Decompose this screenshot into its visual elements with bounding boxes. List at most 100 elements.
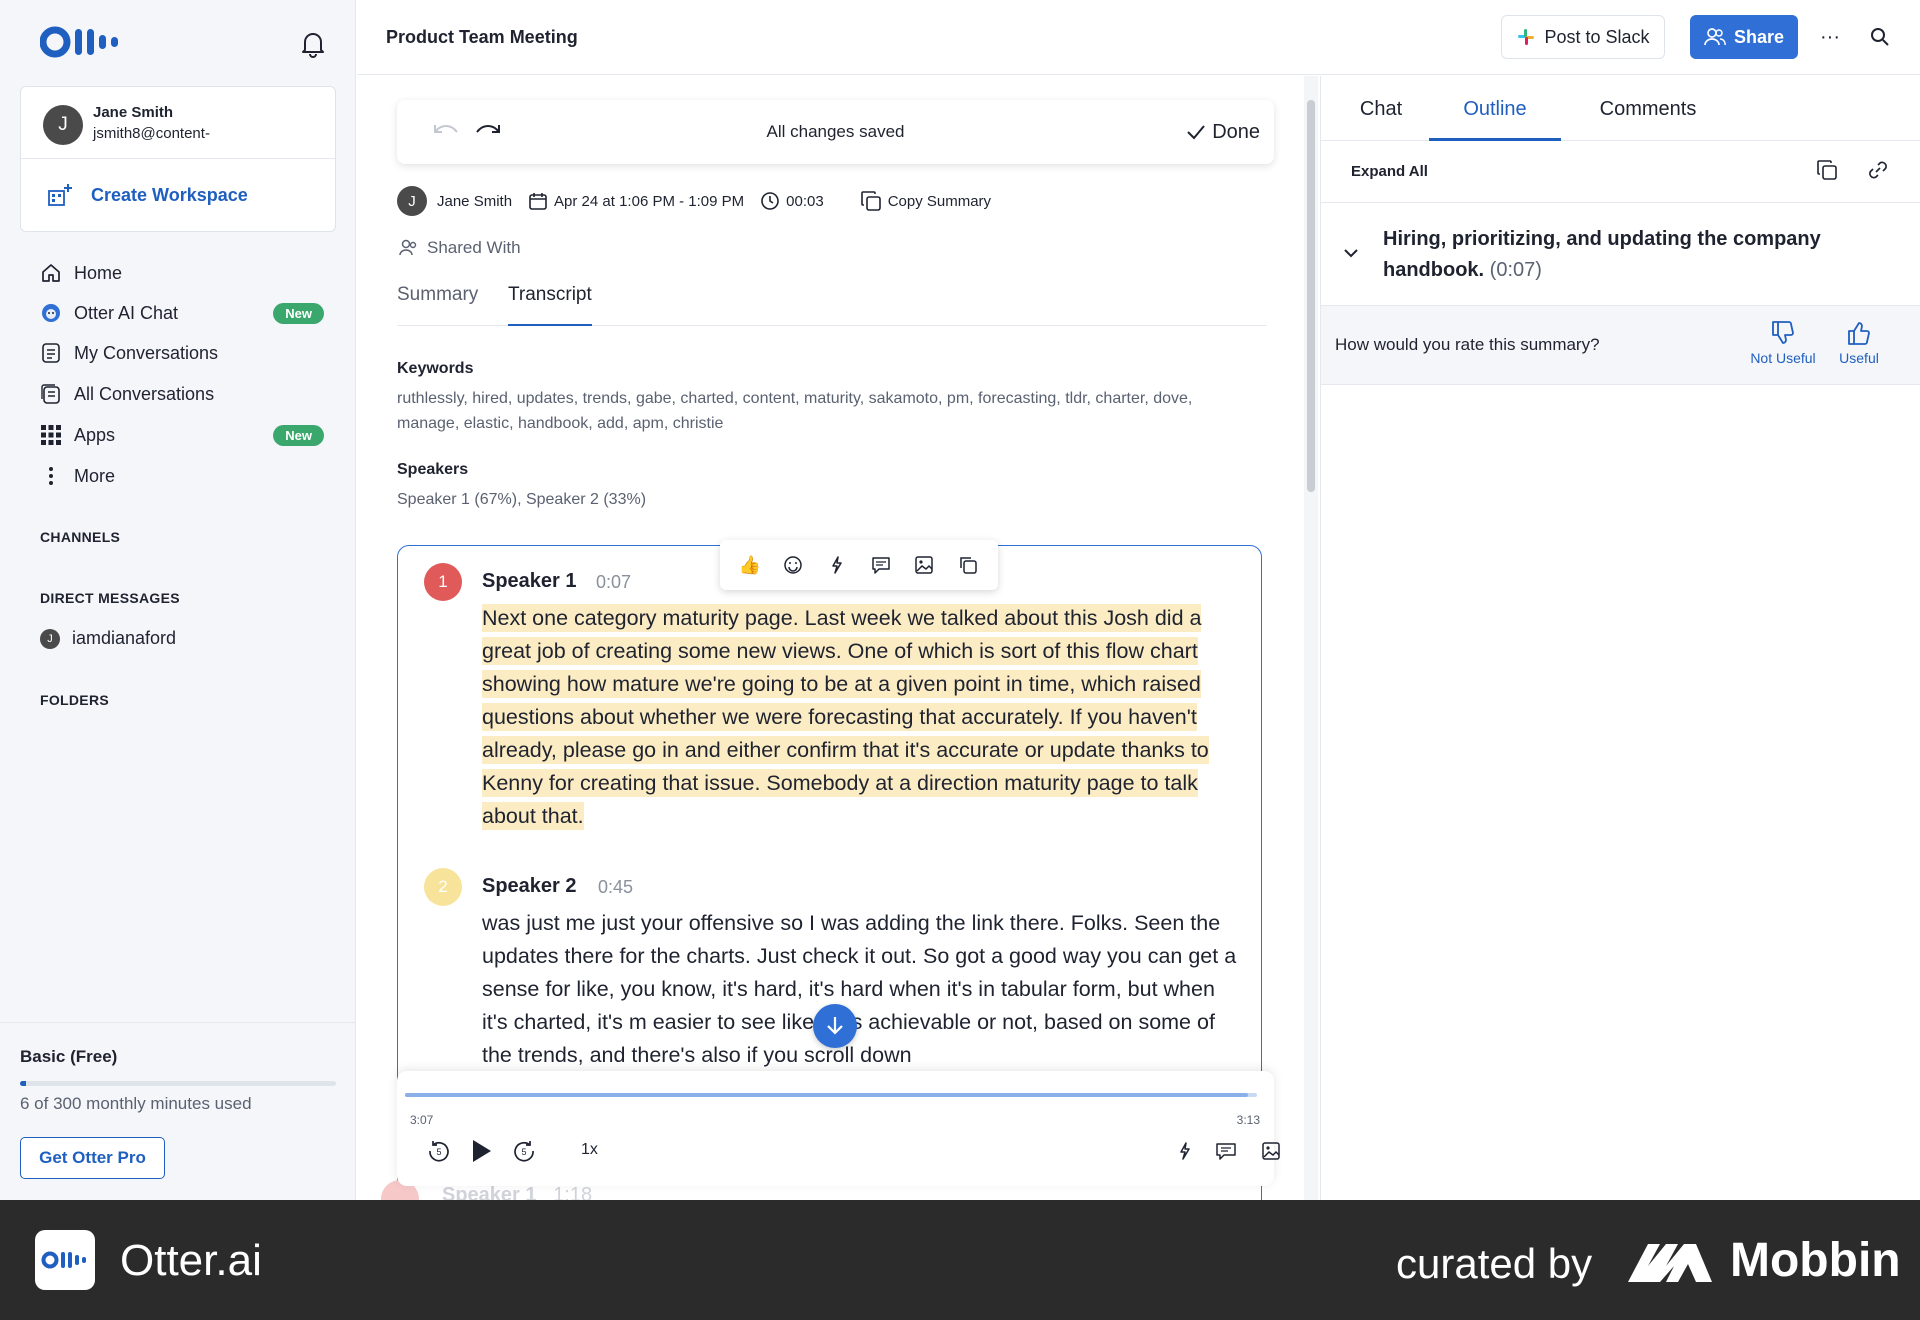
speaker-number-badge: 1	[424, 563, 462, 601]
home-icon	[40, 262, 62, 284]
outline-timestamp[interactable]: (0:07)	[1490, 259, 1542, 281]
copy-summary-label: Copy Summary	[887, 192, 992, 210]
sidebar-item-label: Otter AI Chat	[74, 302, 179, 323]
account-card: J Jane Smith jsmith8@content- Create Wor…	[20, 86, 336, 232]
outline-title: Hiring, prioritizing, and updating the c…	[1383, 224, 1853, 286]
sidebar-item-home[interactable]: Home	[40, 259, 330, 287]
copy-summary-button[interactable]: Copy Summary	[860, 190, 991, 212]
sidebar-item-label: Home	[74, 262, 123, 283]
expand-all-button[interactable]: Expand All	[1351, 163, 1428, 180]
image-icon[interactable]	[1255, 1135, 1287, 1167]
current-time: 3:07	[410, 1113, 434, 1127]
dm-name: iamdianaford	[72, 628, 177, 648]
usage-progress-bar	[20, 1081, 336, 1086]
create-workspace-button[interactable]: Create Workspace	[21, 159, 335, 231]
otter-logo-icon[interactable]	[39, 24, 130, 60]
owner-label: Jane Smith	[437, 192, 513, 210]
avatar: J	[40, 628, 60, 649]
play-icon[interactable]	[465, 1135, 497, 1167]
more-vertical-icon	[40, 465, 62, 487]
playback-speed[interactable]: 1x	[581, 1141, 598, 1159]
highlight-marker-icon[interactable]	[1169, 1135, 1201, 1167]
owner-name: Jane Smith	[437, 193, 512, 210]
people-icon	[399, 239, 417, 256]
tab-chat[interactable]: Chat	[1351, 98, 1411, 141]
meeting-duration: 00:03	[760, 191, 824, 211]
speaker-timestamp[interactable]: 0:07	[596, 572, 631, 593]
emoji-icon[interactable]	[780, 552, 806, 578]
scroll-to-current-button[interactable]	[813, 1004, 857, 1048]
speaker-name[interactable]: Speaker 1	[482, 570, 577, 593]
transcript-paragraph[interactable]: Next one category maturity page. Last we…	[482, 602, 1242, 833]
not-useful-label: Not Useful	[1750, 350, 1816, 366]
edit-toolbar: All changes saved Done	[397, 100, 1274, 164]
done-label: Done	[1212, 120, 1260, 143]
rating-question: How would you rate this summary?	[1335, 335, 1600, 354]
highlight-marker-icon[interactable]	[824, 552, 850, 578]
useful-button[interactable]: Useful	[1819, 320, 1899, 366]
sidebar-item-label: More	[74, 465, 116, 486]
outline-item[interactable]: Hiring, prioritizing, and updating the c…	[1321, 204, 1920, 304]
footer-curated-label: curated by	[1396, 1240, 1593, 1287]
avatar: J	[43, 105, 83, 145]
new-badge: New	[273, 302, 324, 324]
apps-grid-icon	[40, 424, 62, 446]
sidebar-item-apps[interactable]: Apps New	[40, 421, 330, 449]
tab-transcript[interactable]: Transcript	[508, 284, 592, 326]
copy-icon[interactable]	[1816, 159, 1838, 186]
right-panel: Chat Outline Comments Expand All Hiring,…	[1320, 76, 1920, 1200]
arrow-down-icon	[827, 1017, 843, 1035]
more-options-icon[interactable]: ···	[1815, 22, 1845, 52]
highlighted-text[interactable]: Next one category maturity page. Last we…	[482, 604, 1209, 830]
post-to-slack-button[interactable]: Post to Slack	[1501, 15, 1665, 59]
otter-chat-icon	[40, 302, 62, 324]
speakers-list: Speaker 1 (67%), Speaker 2 (33%)	[397, 491, 647, 508]
shared-with-button[interactable]: Shared With	[399, 238, 521, 258]
account-switcher[interactable]: J Jane Smith jsmith8@content-	[21, 87, 335, 159]
footer-banner: Otter.ai curated by Mobbin	[0, 1200, 1920, 1320]
sidebar-item-all-conversations[interactable]: All Conversations	[40, 380, 330, 408]
copy-icon	[860, 191, 881, 211]
copy-icon[interactable]	[955, 552, 981, 578]
search-icon[interactable]	[1865, 22, 1895, 52]
tab-summary[interactable]: Summary	[397, 284, 478, 326]
tab-comments[interactable]: Comments	[1583, 98, 1713, 141]
share-button[interactable]: Share	[1690, 15, 1798, 59]
tab-outline[interactable]: Outline	[1429, 98, 1561, 141]
speaker-timestamp[interactable]: 0:45	[598, 877, 633, 898]
not-useful-button[interactable]: Not Useful	[1743, 320, 1823, 366]
conversations-icon	[40, 342, 62, 364]
comment-icon[interactable]	[868, 552, 894, 578]
mobbin-logo-icon	[1626, 1240, 1716, 1289]
sidebar-item-otter-ai-chat[interactable]: Otter AI Chat New	[40, 299, 330, 327]
scrollbar-thumb[interactable]	[1307, 100, 1315, 492]
get-otter-pro-button[interactable]: Get Otter Pro	[20, 1137, 165, 1179]
date-label: Apr 24 at 1:06 PM - 1:09 PM	[554, 192, 745, 210]
svg-text:5: 5	[436, 1147, 441, 1157]
image-icon[interactable]	[911, 552, 937, 578]
right-panel-tabs: Chat Outline Comments	[1321, 76, 1920, 141]
content-tabs: Summary Transcript	[397, 284, 1267, 326]
forward-5-icon[interactable]: 5	[508, 1135, 540, 1167]
sidebar-item-more[interactable]: More	[40, 462, 330, 490]
notifications-bell-icon[interactable]	[300, 30, 330, 60]
speakers-heading: Speakers	[397, 461, 469, 478]
center-scrollbar[interactable]	[1304, 76, 1318, 1200]
link-icon[interactable]	[1867, 159, 1889, 186]
folders-heading: FOLDERS	[40, 692, 109, 708]
sidebar: J Jane Smith jsmith8@content- Create Wor…	[0, 0, 356, 1200]
usage-progress-fill	[20, 1081, 27, 1086]
comment-icon[interactable]	[1210, 1135, 1242, 1167]
create-workspace-label: Create Workspace	[91, 184, 248, 205]
ghost-speaker-label: Speaker 1	[442, 1184, 537, 1200]
dm-item[interactable]: J iamdianaford	[40, 628, 176, 649]
rewind-5-icon[interactable]: 5	[423, 1135, 455, 1167]
thumbs-up-icon[interactable]: 👍	[737, 552, 763, 578]
speaker-number-badge: 2	[424, 868, 462, 906]
speaker-name[interactable]: Speaker 2	[482, 875, 577, 898]
playback-scrubber[interactable]	[405, 1093, 1257, 1097]
sidebar-item-my-conversations[interactable]: My Conversations	[40, 339, 330, 367]
chevron-down-icon[interactable]	[1343, 246, 1359, 264]
done-button[interactable]: Done	[1186, 116, 1260, 148]
plan-usage: 6 of 300 monthly minutes used	[20, 1094, 252, 1113]
